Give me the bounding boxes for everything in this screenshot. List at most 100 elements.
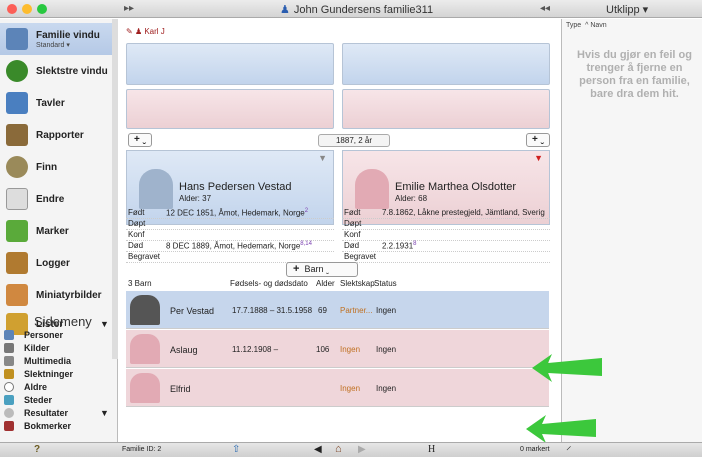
- sidemeny-item-kilder[interactable]: Kilder: [4, 342, 50, 354]
- share-icon[interactable]: ⇧: [232, 444, 240, 455]
- help-button[interactable]: ?: [34, 444, 40, 455]
- father-event-confirmed[interactable]: Konf: [126, 230, 334, 241]
- minimize-window-button[interactable]: [22, 4, 32, 14]
- marriage-year-label: 1887, 2 år: [318, 134, 390, 147]
- sidebar-item-label: Miniatyrbilder: [36, 289, 102, 301]
- family-view: ✎ ♟ Karl J + ˬ 1887, 2 år + ˬ Hans Peder…: [118, 19, 561, 442]
- search-icon: [4, 408, 14, 418]
- sidebar-item-label: Finn: [36, 161, 58, 173]
- add-child-button[interactable]: + Barn ˬ: [286, 262, 358, 277]
- column-header-age[interactable]: Alder: [316, 279, 335, 288]
- family-id: Familie ID: 2: [122, 446, 162, 453]
- child-status: Ingen: [376, 306, 397, 315]
- back-arrow-icon[interactable]: ◀: [314, 444, 322, 455]
- column-header-relationship[interactable]: Slektskap: [340, 279, 375, 288]
- family-icon: ♟: [280, 4, 290, 16]
- sidebar-item-finn[interactable]: Finn: [0, 151, 112, 183]
- sidemeny-item-steder[interactable]: Steder: [4, 394, 52, 406]
- sidebar-item-label: Slektstre vindu: [36, 65, 108, 77]
- sidemeny-item-personer[interactable]: Personer: [4, 329, 63, 341]
- green-arrow-icon: [526, 415, 596, 443]
- sidemeny-item-bokmerker[interactable]: Bokmerker: [4, 420, 71, 432]
- child-status: Ingen: [376, 345, 397, 354]
- sidemeny-item-resultater[interactable]: Resultater ▼: [4, 407, 112, 419]
- h-label[interactable]: H: [428, 444, 435, 455]
- mother-event-died[interactable]: Død 2.2.19318: [342, 241, 550, 252]
- person-icon: [4, 330, 14, 340]
- sidebar-item-label: Logger: [36, 257, 70, 269]
- mother-name: Emilie Marthea Olsdotter: [395, 181, 517, 193]
- mother-event-baptized[interactable]: Døpt: [342, 219, 550, 230]
- grandmother-slot-mother[interactable]: [342, 89, 550, 129]
- sidebar-item-familie-vindu[interactable]: Familie vindu Standard ▾: [0, 23, 112, 55]
- tool-icon[interactable]: ⸍: [566, 443, 572, 458]
- table-row[interactable]: Elfrid Ingen Ingen: [126, 369, 549, 407]
- father-event-died[interactable]: Død 8 DEC 1889, Åmot, Hedemark, Norge8,14: [126, 241, 334, 252]
- sidebar-item-label: Tavler: [36, 97, 65, 109]
- column-header-dates[interactable]: Fødsels- og dødsdato: [230, 279, 308, 288]
- report-icon: [6, 124, 28, 146]
- sidebar-item-miniatyrbilder[interactable]: Miniatyrbilder: [0, 279, 112, 311]
- edit-icon: [6, 188, 28, 210]
- dropdown-arrow-icon[interactable]: ▼: [534, 153, 543, 163]
- sidemeny-title: Sidemeny: [34, 314, 92, 329]
- edit-person-link[interactable]: ✎ ♟ Karl J: [126, 27, 165, 36]
- mother-event-born[interactable]: Født 7.8.1862, Låkne prestegjeld, Jämtlan…: [342, 208, 550, 219]
- forward-arrow-icon[interactable]: ▶: [358, 444, 366, 455]
- sidebar-item-rapporter[interactable]: Rapporter: [0, 119, 112, 151]
- clipboard-title[interactable]: Utklipp ▾: [606, 3, 648, 16]
- family-window-icon: [6, 28, 28, 50]
- mother-event-confirmed[interactable]: Konf: [342, 230, 550, 241]
- female-silhouette-icon: [130, 334, 160, 364]
- sidebar-item-endre[interactable]: Endre: [0, 183, 112, 215]
- child-age: 106: [316, 345, 330, 354]
- grandmother-slot-father[interactable]: [126, 89, 334, 129]
- dropdown-arrow-icon[interactable]: ▼: [318, 153, 327, 163]
- mother-age: Alder: 68: [395, 194, 428, 203]
- thumbnail-icon: [6, 284, 28, 306]
- clipboard-hint: Hvis du gjør en feil og trenger å fjerne…: [577, 49, 692, 100]
- sidemeny-item-aldre[interactable]: Aldre: [4, 381, 47, 393]
- sidebar: Familie vindu Standard ▾ Slektstre vindu …: [0, 19, 118, 442]
- sidebar-item-slektstre-vindu[interactable]: Slektstre vindu: [0, 55, 112, 87]
- column-header-status[interactable]: Status: [374, 279, 397, 288]
- globe-icon: [4, 395, 14, 405]
- window-controls: [7, 4, 47, 14]
- status-bar: ? Familie ID: 2 ⇧ ◀ ⌂ ▶ H 0 markert ⸍: [0, 442, 702, 457]
- zoom-window-button[interactable]: [37, 4, 47, 14]
- title-bar: ▸▸ ♟ John Gundersens familie311 ◂◂ Utklip…: [0, 0, 702, 18]
- clipboard-header[interactable]: Type ^ Navn: [566, 22, 607, 29]
- father-event-baptized[interactable]: Døpt: [126, 219, 334, 230]
- grandfather-slot-father[interactable]: [126, 43, 334, 85]
- sidemeny-item-slektninger[interactable]: Slektninger: [4, 368, 73, 380]
- father-name: Hans Pedersen Vestad: [179, 181, 292, 193]
- child-relationship: Partner...: [340, 306, 373, 315]
- home-icon[interactable]: ⌂: [335, 443, 342, 455]
- chart-icon: [6, 92, 28, 114]
- sidemeny-item-multimedia[interactable]: Multimedia: [4, 355, 71, 367]
- sidebar-item-marker[interactable]: Marker: [0, 215, 112, 247]
- relatives-icon: [4, 369, 14, 379]
- sidebar-item-label: Marker: [36, 225, 69, 237]
- table-row[interactable]: Aslaug 11.12.1908 – 106 Ingen Ingen: [126, 330, 549, 368]
- magnifier-icon: [6, 156, 28, 178]
- add-mother-button[interactable]: + ˬ: [526, 133, 550, 147]
- table-row[interactable]: Per Vestad 17.7.1888 – 31.5.1958 69 Part…: [126, 291, 549, 329]
- close-window-button[interactable]: [7, 4, 17, 14]
- sidebar-item-label: Familie vindu: [36, 29, 100, 41]
- father-event-born[interactable]: Født 12 DEC 1851, Åmot, Hedemark, Norge2: [126, 208, 334, 219]
- grandfather-slot-mother[interactable]: [342, 43, 550, 85]
- source-icon: [4, 343, 14, 353]
- male-silhouette-icon: [139, 169, 173, 209]
- sidebar-item-tavler[interactable]: Tavler: [0, 87, 112, 119]
- child-name: Aslaug: [170, 345, 198, 355]
- window-title: ♟ John Gundersens familie311: [280, 4, 434, 16]
- back-icon[interactable]: ◂◂: [540, 3, 550, 14]
- sidebar-item-logger[interactable]: Logger: [0, 247, 112, 279]
- female-silhouette-icon: [355, 169, 389, 209]
- mother-event-buried[interactable]: Begravet: [342, 252, 550, 263]
- forward-icon[interactable]: ▸▸: [124, 3, 134, 14]
- add-father-button[interactable]: + ˬ: [128, 133, 152, 147]
- pencil-icon: ✎: [126, 27, 133, 36]
- child-dates: 17.7.1888 – 31.5.1958: [232, 306, 313, 315]
